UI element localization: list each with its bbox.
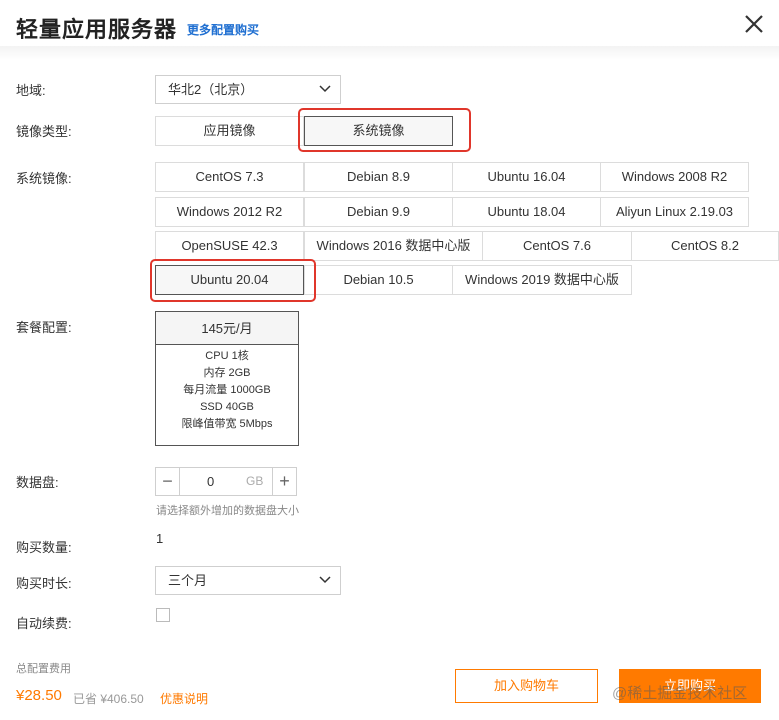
total-price: ¥28.50 [16,687,62,704]
plan-card[interactable]: 145元/月 CPU 1核 内存 2GB 每月流量 1000GB SSD 40G… [155,311,299,446]
auto-renew-label: 自动续费: [16,616,72,631]
os-option[interactable]: Debian 9.9 [304,197,453,227]
plan-spec: 内存 2GB [203,367,251,379]
os-option[interactable]: Aliyun Linux 2.19.03 [600,197,749,227]
os-option[interactable]: CentOS 7.3 [155,162,304,192]
os-option[interactable]: Ubuntu 16.04 [452,162,601,192]
image-type-label: 镜像类型: [16,124,72,139]
total-label: 总配置费用 [16,663,71,675]
os-option[interactable]: OpenSUSE 42.3 [155,231,304,261]
os-option[interactable]: Debian 10.5 [304,265,453,295]
more-config-link[interactable]: 更多配置购买 [187,21,259,38]
page-title: 轻量应用服务器 [16,17,178,42]
chevron-down-icon [319,85,331,93]
os-option[interactable]: Windows 2012 R2 [155,197,304,227]
disk-unit: GB [246,474,264,488]
plan-specs: CPU 1核 内存 2GB 每月流量 1000GB SSD 40GB 限峰值带宽… [156,345,298,433]
os-option[interactable]: Debian 8.9 [304,162,453,192]
duration-select[interactable]: 三个月 [155,566,341,595]
os-option[interactable]: Ubuntu 18.04 [452,197,601,227]
close-icon[interactable] [742,12,766,36]
disk-value: 0 [207,474,215,489]
buy-now-button[interactable]: 立即购买 [619,669,761,703]
quantity-label: 购买数量: [16,540,72,555]
image-type-app[interactable]: 应用镜像 [155,116,304,146]
os-option[interactable]: CentOS 8.2 [631,231,779,261]
system-image-label: 系统镜像: [16,171,72,186]
saved-amount: 已省 ¥406.50 [73,692,144,706]
plan-spec: 限峰值带宽 5Mbps [181,418,273,430]
plus-button[interactable]: + [272,468,296,495]
disk-stepper: − 0 GB + [155,467,297,496]
plan-price: 145元/月 [156,312,298,345]
dialog-header: 轻量应用服务器 更多配置购买 [0,0,779,50]
region-label: 地域: [16,83,46,98]
image-type-system[interactable]: 系统镜像 [304,116,453,146]
promo-link[interactable]: 优惠说明 [160,690,208,707]
header-divider [0,46,779,60]
os-option[interactable]: Windows 2019 数据中心版 [452,265,632,295]
add-to-cart-button[interactable]: 加入购物车 [455,669,598,703]
plan-label: 套餐配置: [16,320,72,335]
os-option[interactable]: Windows 2016 数据中心版 [304,231,483,261]
os-option-selected[interactable]: Ubuntu 20.04 [155,265,304,295]
os-option[interactable]: Windows 2008 R2 [600,162,749,192]
duration-value: 三个月 [168,573,208,588]
plan-spec: 每月流量 1000GB [183,384,271,396]
auto-renew-checkbox[interactable] [156,608,170,622]
chevron-down-icon [319,576,331,584]
plan-spec: CPU 1核 [205,350,249,362]
duration-label: 购买时长: [16,576,72,591]
region-value: 华北2（北京） [168,82,254,97]
quantity-value: 1 [156,531,164,546]
os-option[interactable]: CentOS 7.6 [482,231,632,261]
region-select[interactable]: 华北2（北京） [155,75,341,104]
plan-spec: SSD 40GB [200,401,254,413]
disk-hint: 请选择额外增加的数据盘大小 [156,505,299,517]
minus-button[interactable]: − [156,468,180,495]
disk-label: 数据盘: [16,475,59,490]
